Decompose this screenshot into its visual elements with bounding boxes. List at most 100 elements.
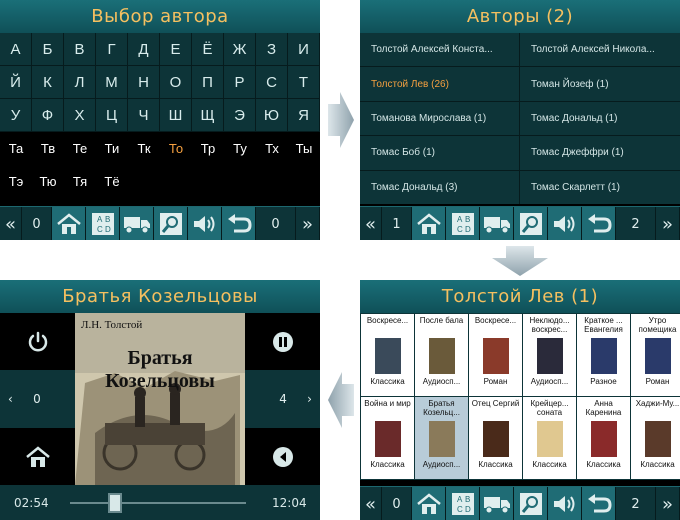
letter-key[interactable]: О <box>160 66 192 99</box>
author-item[interactable]: Толстой Алексей Никола... <box>520 33 680 67</box>
back-button[interactable] <box>582 207 616 240</box>
letter-key[interactable]: Е <box>160 33 192 66</box>
home-button[interactable] <box>0 428 75 485</box>
letter-key[interactable]: Й <box>0 66 32 99</box>
syllable-key[interactable]: Ту <box>224 132 256 165</box>
letter-key[interactable]: К <box>32 66 64 99</box>
alphabet-button[interactable]: ABCD <box>446 487 480 520</box>
page-prev-control[interactable]: ‹ 0 <box>0 370 75 428</box>
book-item[interactable]: Братья Козельц... Аудиосп... <box>415 397 468 479</box>
page-prev-button[interactable]: « <box>0 207 22 240</box>
author-item[interactable]: Толстой Лев (26) <box>360 67 519 101</box>
syllable-key[interactable]: Те <box>64 132 96 165</box>
back-button[interactable] <box>222 207 256 240</box>
letter-key[interactable]: Ф <box>32 99 64 132</box>
letter-key[interactable]: Ё <box>192 33 224 66</box>
page-next-button[interactable]: » <box>296 207 320 240</box>
author-item[interactable]: Томас Дональд (3) <box>360 170 519 204</box>
search-button[interactable] <box>514 487 548 520</box>
pause-button[interactable] <box>245 313 320 370</box>
letter-key[interactable]: Ш <box>160 99 192 132</box>
letter-key[interactable]: Б <box>32 33 64 66</box>
letter-key[interactable]: Т <box>288 66 320 99</box>
page-number: 2 <box>616 207 656 240</box>
delivery-button[interactable] <box>480 207 514 240</box>
letter-key[interactable]: У <box>0 99 32 132</box>
author-item[interactable]: Томас Джеффри (1) <box>520 136 680 170</box>
page-prev-button[interactable]: « <box>360 207 382 240</box>
alphabet-button[interactable]: ABCD <box>446 207 480 240</box>
progress-slider[interactable] <box>70 492 246 513</box>
book-item[interactable]: Отец Сергий Классика <box>469 397 522 479</box>
volume-button[interactable] <box>548 207 582 240</box>
letter-key[interactable]: Щ <box>192 99 224 132</box>
syllable-key[interactable]: То <box>160 132 192 165</box>
letter-key[interactable]: Ч <box>128 99 160 132</box>
home-button[interactable] <box>52 207 86 240</box>
book-item[interactable]: Анна Каренина Классика <box>577 397 630 479</box>
search-button[interactable] <box>154 207 188 240</box>
search-button[interactable] <box>514 207 548 240</box>
book-item[interactable]: Воскресе... Классика <box>361 314 414 396</box>
letter-key[interactable]: И <box>288 33 320 66</box>
page-next-control[interactable]: 4 › <box>245 370 320 428</box>
volume-button[interactable] <box>548 487 582 520</box>
letter-key[interactable]: С <box>256 66 288 99</box>
letter-key[interactable]: Г <box>96 33 128 66</box>
delivery-button[interactable] <box>120 207 154 240</box>
syllable-key[interactable]: Тя <box>64 165 96 198</box>
syllable-key[interactable]: Ти <box>96 132 128 165</box>
author-item[interactable]: Томас Скарлетт (1) <box>520 170 680 204</box>
book-item[interactable]: Крейцер... соната Классика <box>523 397 576 479</box>
syllable-key[interactable]: Ты <box>288 132 320 165</box>
author-item[interactable]: Томанова Мирослава (1) <box>360 101 519 136</box>
page-prev-button[interactable]: « <box>360 487 382 520</box>
book-item[interactable]: Утро помещика Роман <box>631 314 680 396</box>
author-item[interactable]: Толстой Алексей Конста... <box>360 33 519 67</box>
syllable-key[interactable]: Тв <box>32 132 64 165</box>
book-item[interactable]: Неклюдо... воскрес... Аудиосп... <box>523 314 576 396</box>
syllable-key[interactable]: Тк <box>128 132 160 165</box>
letter-key[interactable]: Р <box>224 66 256 99</box>
letter-key[interactable]: Ю <box>256 99 288 132</box>
page-next-button[interactable]: » <box>656 487 680 520</box>
volume-button[interactable] <box>245 428 320 485</box>
letter-key[interactable]: П <box>192 66 224 99</box>
letter-key[interactable]: Ж <box>224 33 256 66</box>
back-button[interactable] <box>582 487 616 520</box>
letter-key[interactable]: Я <box>288 99 320 132</box>
volume-button[interactable] <box>188 207 222 240</box>
syllable-key[interactable]: Та <box>0 132 32 165</box>
alphabet-button[interactable]: ABCD <box>86 207 120 240</box>
progress-thumb[interactable] <box>108 492 123 513</box>
page-next-button[interactable]: » <box>656 207 680 240</box>
letter-key[interactable]: А <box>0 33 32 66</box>
letter-key[interactable]: Ц <box>96 99 128 132</box>
letter-key[interactable]: Л <box>64 66 96 99</box>
syllable-key[interactable]: Тё <box>96 165 128 198</box>
book-item[interactable]: Война и мир Классика <box>361 397 414 479</box>
author-item[interactable]: Томан Йозеф (1) <box>520 67 680 101</box>
letter-key[interactable]: М <box>96 66 128 99</box>
home-button[interactable] <box>412 207 446 240</box>
letter-key[interactable]: Д <box>128 33 160 66</box>
syllable-key[interactable]: Тю <box>32 165 64 198</box>
syllable-key[interactable]: Тэ <box>0 165 32 198</box>
delivery-button[interactable] <box>480 487 514 520</box>
book-item[interactable]: Краткое ... Евангелия Разное <box>577 314 630 396</box>
power-button[interactable] <box>0 313 75 370</box>
home-button[interactable] <box>412 487 446 520</box>
book-item[interactable]: Хаджи-Му... Классика <box>631 397 680 479</box>
book-item[interactable]: Воскресе... Роман <box>469 314 522 396</box>
syllable-key[interactable]: Тх <box>256 132 288 165</box>
panel-title: Выбор автора <box>0 0 320 33</box>
letter-key[interactable]: З <box>256 33 288 66</box>
letter-key[interactable]: Н <box>128 66 160 99</box>
letter-key[interactable]: Х <box>64 99 96 132</box>
letter-key[interactable]: В <box>64 33 96 66</box>
book-item[interactable]: После бала Аудиосп... <box>415 314 468 396</box>
author-item[interactable]: Томас Боб (1) <box>360 136 519 170</box>
letter-key[interactable]: Э <box>224 99 256 132</box>
syllable-key[interactable]: Тр <box>192 132 224 165</box>
author-item[interactable]: Томас Дональд (1) <box>520 101 680 136</box>
